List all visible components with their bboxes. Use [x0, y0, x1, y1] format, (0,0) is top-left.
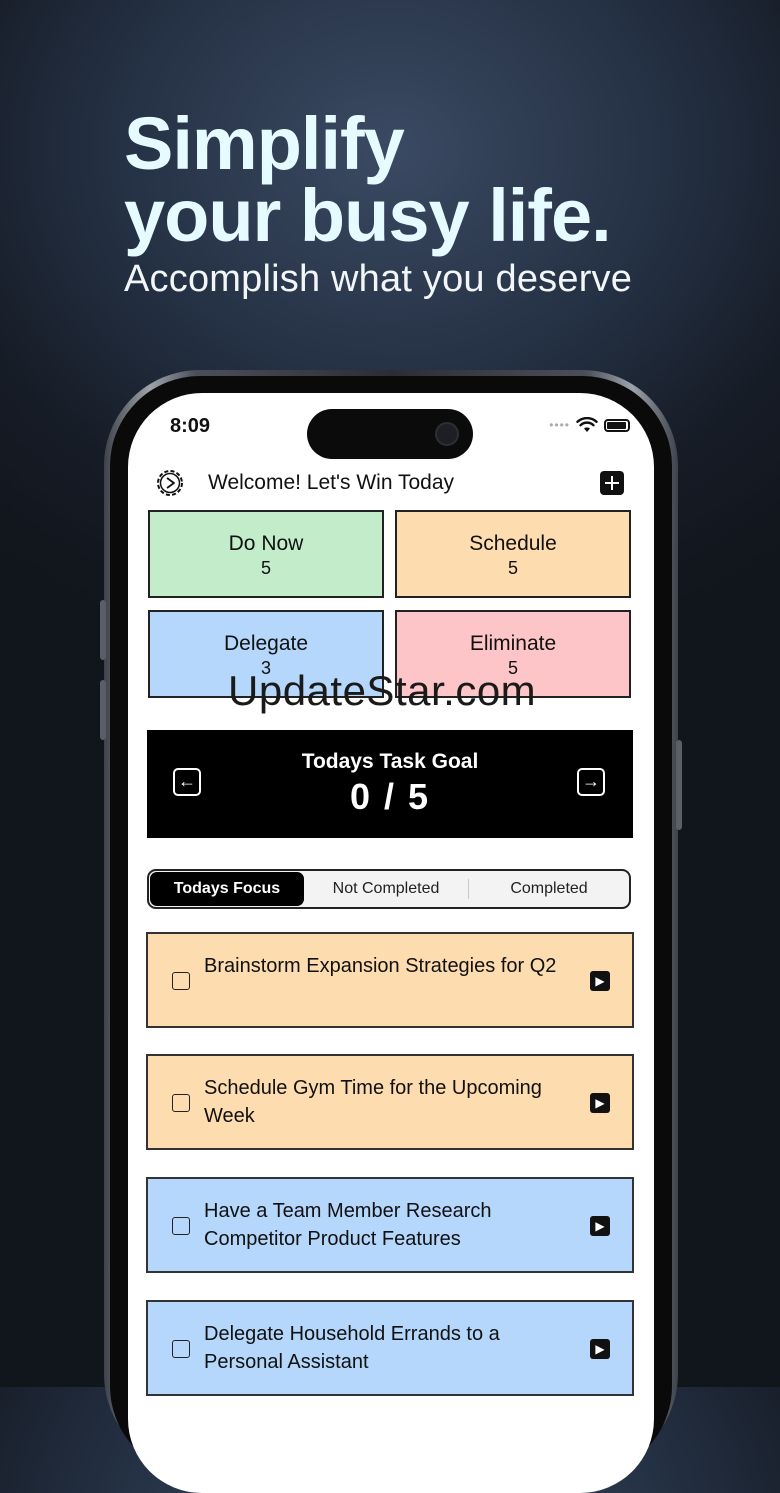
task-goal-panel: ← Todays Task Goal 0 / 5 →: [147, 730, 633, 838]
task-item[interactable]: Delegate Household Errands to a Personal…: [146, 1300, 634, 1396]
task-item[interactable]: Have a Team Member Research Competitor P…: [146, 1177, 634, 1273]
arrow-right-box-icon[interactable]: →: [577, 768, 605, 796]
tab-not-completed[interactable]: Not Completed: [304, 872, 468, 906]
headline-line-2: your busy life.: [124, 174, 612, 257]
task-text: Brainstorm Expansion Strategies for Q2: [204, 955, 557, 977]
quadrant-count: 5: [260, 558, 271, 578]
phone-side-button: [676, 740, 682, 830]
signal-dots-icon: ••••: [549, 418, 570, 432]
status-time: 8:09: [170, 415, 211, 437]
quadrant-schedule[interactable]: Schedule 5: [395, 510, 631, 598]
plus-square-icon[interactable]: [600, 471, 624, 495]
app-header: Welcome! Let's Win Today: [154, 465, 628, 501]
tab-todays-focus[interactable]: Todays Focus: [150, 872, 304, 906]
subheadline: Accomplish what you deserve: [124, 258, 633, 300]
headline-line-1: Simplify: [124, 102, 405, 185]
chevron-right-icon[interactable]: ▶: [590, 1339, 610, 1359]
task-filter-tabs: Todays Focus Not Completed Completed: [147, 869, 631, 909]
task-checkbox[interactable]: [172, 1340, 190, 1358]
task-checkbox[interactable]: [172, 972, 190, 990]
wifi-icon: [576, 417, 598, 432]
chevron-right-icon[interactable]: ▶: [590, 1093, 610, 1113]
chevron-right-icon[interactable]: ▶: [590, 971, 610, 991]
task-text: Have a Team Member Research Competitor P…: [204, 1200, 492, 1250]
task-checkbox[interactable]: [172, 1217, 190, 1235]
battery-icon: [604, 418, 630, 432]
gear-icon[interactable]: [154, 467, 186, 499]
chevron-right-icon[interactable]: ▶: [590, 1216, 610, 1236]
dynamic-island: [307, 409, 473, 459]
goal-title: Todays Task Goal: [301, 750, 479, 773]
watermark: UpdateStar.com: [228, 667, 537, 714]
tab-completed[interactable]: Completed: [469, 872, 629, 906]
camera-icon: [435, 422, 459, 446]
goal-count: 0 / 5: [349, 776, 431, 817]
phone-screen: 8:09 •••• Welcome! Let's Win Today Do No…: [128, 393, 654, 1493]
quadrant-count: 5: [507, 558, 518, 578]
phone-side-button: [100, 680, 106, 740]
task-item[interactable]: Brainstorm Expansion Strategies for Q2 ▶: [146, 932, 634, 1028]
phone-side-button: [100, 600, 106, 660]
quadrant-label: Do Now: [228, 532, 304, 555]
task-item[interactable]: Schedule Gym Time for the Upcoming Week …: [146, 1054, 634, 1150]
quadrant-do-now[interactable]: Do Now 5: [148, 510, 384, 598]
task-text: Delegate Household Errands to a Personal…: [204, 1323, 500, 1373]
quadrant-label: Eliminate: [469, 632, 557, 655]
welcome-title: Welcome! Let's Win Today: [208, 471, 455, 494]
quadrant-label: Delegate: [223, 632, 309, 655]
quadrant-label: Schedule: [469, 532, 557, 555]
status-icons: ••••: [549, 417, 630, 433]
task-checkbox[interactable]: [172, 1094, 190, 1112]
promo-headline: Simplify your busy life. Accomplish what…: [124, 102, 633, 301]
task-text: Schedule Gym Time for the Upcoming Week: [204, 1077, 542, 1127]
